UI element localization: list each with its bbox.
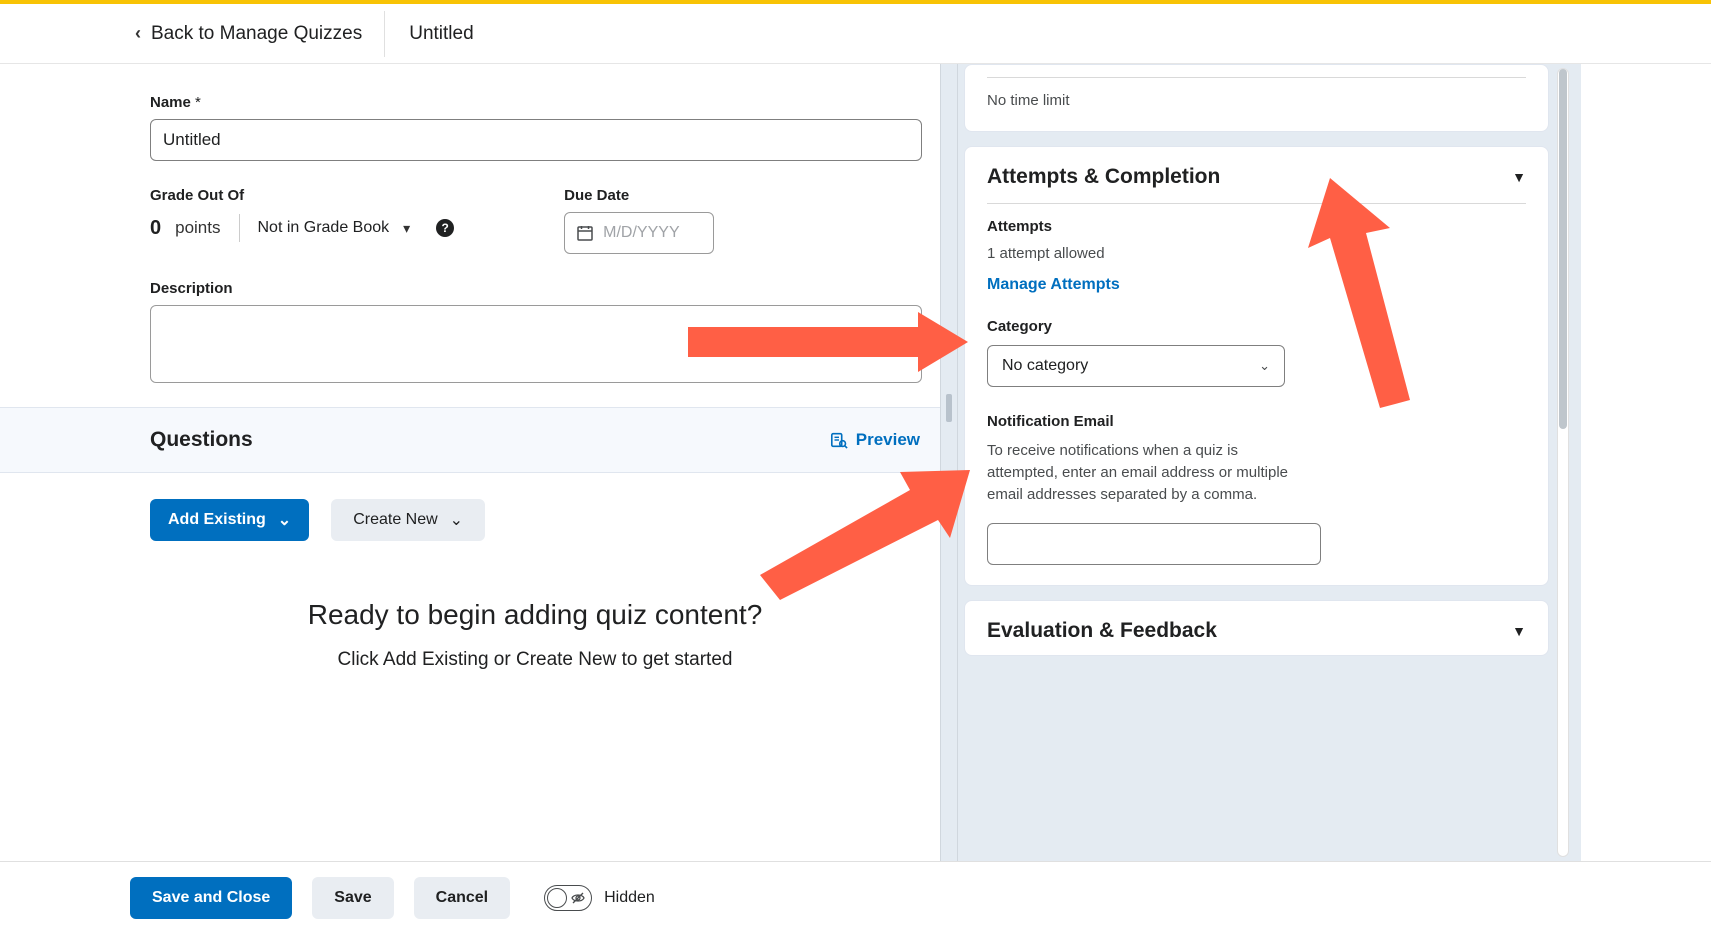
back-link-label: Back to Manage Quizzes bbox=[151, 23, 362, 45]
questions-bar: Questions Preview bbox=[0, 407, 940, 473]
chevron-left-icon: ‹ bbox=[135, 23, 141, 44]
top-bar: ‹ Back to Manage Quizzes Untitled bbox=[0, 4, 1711, 64]
due-date-label: Due Date bbox=[564, 187, 714, 204]
create-new-button[interactable]: Create New ⌄ bbox=[331, 499, 485, 541]
calendar-icon bbox=[577, 225, 593, 241]
chevron-down-icon: ⌄ bbox=[450, 510, 463, 530]
questions-heading: Questions bbox=[150, 428, 253, 452]
due-date-group: Due Date M/D/YYYY bbox=[564, 187, 714, 254]
chevron-down-icon: ⌄ bbox=[278, 510, 291, 530]
page-title: Untitled bbox=[409, 23, 473, 45]
time-limit-text: No time limit bbox=[987, 92, 1526, 109]
grade-label: Grade Out Of bbox=[150, 187, 454, 204]
footer-bar: Save and Close Save Cancel Hidden bbox=[0, 861, 1711, 933]
divider bbox=[239, 214, 240, 242]
grade-group: Grade Out Of 0 points Not in Grade Book … bbox=[150, 187, 454, 254]
scrollbar-thumb bbox=[1559, 69, 1567, 429]
name-input[interactable] bbox=[150, 119, 922, 161]
evaluation-panel: Evaluation & Feedback ▼ bbox=[964, 600, 1549, 656]
empty-title: Ready to begin adding quiz content? bbox=[150, 599, 920, 631]
category-value: No category bbox=[1002, 357, 1088, 375]
chevron-down-icon: ▾ bbox=[403, 220, 410, 237]
description-label: Description bbox=[150, 280, 920, 297]
caret-down-icon: ▼ bbox=[1512, 623, 1526, 639]
empty-state: Ready to begin adding quiz content? Clic… bbox=[150, 599, 920, 671]
eye-off-icon bbox=[570, 890, 586, 906]
cancel-button[interactable]: Cancel bbox=[414, 877, 510, 919]
main-column: Name * Grade Out Of 0 points Not in Grad… bbox=[0, 64, 940, 861]
save-button[interactable]: Save bbox=[312, 877, 393, 919]
description-input[interactable] bbox=[150, 305, 922, 383]
notification-label: Notification Email bbox=[987, 413, 1526, 430]
empty-subtitle: Click Add Existing or Create New to get … bbox=[150, 649, 920, 671]
attempts-value: 1 attempt allowed bbox=[987, 245, 1526, 262]
due-date-placeholder: M/D/YYYY bbox=[603, 224, 679, 242]
visibility-toggle[interactable]: Hidden bbox=[544, 885, 655, 911]
header-divider bbox=[384, 11, 385, 57]
caret-down-icon: ▼ bbox=[1512, 169, 1526, 185]
timing-panel: No time limit bbox=[964, 64, 1549, 132]
drag-handle-icon bbox=[946, 394, 952, 422]
attempts-panel-title: Attempts & Completion bbox=[987, 165, 1220, 189]
evaluation-panel-title: Evaluation & Feedback bbox=[987, 619, 1217, 643]
manage-attempts-link[interactable]: Manage Attempts bbox=[987, 276, 1120, 294]
notification-email-input[interactable] bbox=[987, 523, 1321, 565]
save-and-close-button[interactable]: Save and Close bbox=[130, 877, 292, 919]
visibility-label: Hidden bbox=[604, 889, 655, 907]
due-date-input[interactable]: M/D/YYYY bbox=[564, 212, 714, 254]
attempts-panel-header[interactable]: Attempts & Completion ▼ bbox=[987, 165, 1526, 189]
chevron-down-icon: ⌄ bbox=[1259, 358, 1270, 374]
body-row: Name * Grade Out Of 0 points Not in Grad… bbox=[0, 64, 1711, 861]
attempts-panel: Attempts & Completion ▼ Attempts 1 attem… bbox=[964, 146, 1549, 586]
grade-points-number[interactable]: 0 bbox=[150, 217, 161, 240]
add-existing-button[interactable]: Add Existing ⌄ bbox=[150, 499, 309, 541]
category-select[interactable]: No category ⌄ bbox=[987, 345, 1285, 387]
preview-label: Preview bbox=[856, 430, 920, 450]
scrollbar[interactable] bbox=[1557, 68, 1569, 857]
attempts-label: Attempts bbox=[987, 218, 1526, 235]
category-label: Category bbox=[987, 318, 1526, 335]
right-column: No time limit Attempts & Completion ▼ At… bbox=[958, 64, 1581, 861]
help-icon[interactable]: ? bbox=[436, 219, 454, 237]
back-link[interactable]: ‹ Back to Manage Quizzes bbox=[0, 23, 362, 45]
preview-icon bbox=[830, 431, 848, 449]
grade-points-word: points bbox=[175, 218, 220, 238]
evaluation-panel-header[interactable]: Evaluation & Feedback ▼ bbox=[987, 619, 1526, 643]
notification-description: To receive notifications when a quiz is … bbox=[987, 440, 1307, 505]
preview-link[interactable]: Preview bbox=[830, 430, 920, 450]
right-margin bbox=[1581, 64, 1711, 861]
name-label: Name * bbox=[150, 94, 920, 111]
gradebook-dropdown[interactable]: Not in Grade Book bbox=[258, 219, 390, 237]
resize-gutter[interactable] bbox=[940, 64, 958, 861]
